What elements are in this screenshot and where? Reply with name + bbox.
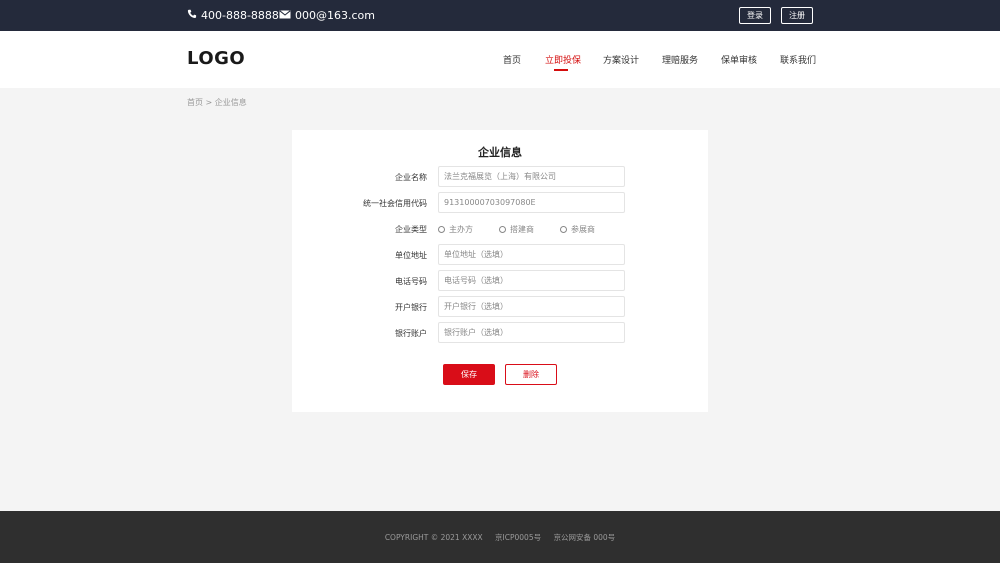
breadcrumb-separator: > <box>205 98 213 107</box>
company-name-label: 企业名称 <box>395 173 427 182</box>
address-label: 单位地址 <box>395 251 427 260</box>
radio-circle-icon <box>560 225 567 233</box>
company-type-label: 企业类型 <box>395 225 427 234</box>
bank-label: 开户银行 <box>395 303 427 312</box>
site-logo[interactable]: LOGO <box>187 48 245 69</box>
account-label: 银行账户 <box>395 329 427 338</box>
radio-circle-icon <box>499 225 506 233</box>
email-address: 000@163.com <box>295 9 375 22</box>
nav-item-claims[interactable]: 理赔服务 <box>662 53 698 66</box>
credit-code-label: 统一社会信用代码 <box>363 199 427 208</box>
icp-link[interactable]: 京ICP0005号 <box>495 533 541 542</box>
radio-organizer[interactable]: 主办方 <box>438 224 473 235</box>
mail-icon <box>279 9 295 22</box>
footer-text: COPYRIGHT © 2021 XXXX 京ICP0005号 京公网安备 00… <box>0 532 1000 543</box>
copyright-text: COPYRIGHT © 2021 XXXX <box>384 533 483 542</box>
police-record-link[interactable]: 京公网安备 000号 <box>553 533 615 542</box>
phone-icon <box>187 9 201 22</box>
delete-button[interactable]: 删除 <box>505 364 557 385</box>
radio-builder-label: 搭建商 <box>510 224 534 234</box>
phone-label: 电话号码 <box>395 277 427 286</box>
email-contact: 000@163.com <box>279 0 375 31</box>
breadcrumb-current: 企业信息 <box>214 98 247 107</box>
company-info-card: 企业信息 企业名称 法兰克福展览（上海）有限公司 统一社会信用代码 913100… <box>292 130 708 412</box>
credit-code-field[interactable]: 91310000703097080E <box>438 192 625 213</box>
nav-active-indicator <box>554 69 568 71</box>
breadcrumb: 首页 > 企业信息 <box>187 97 247 108</box>
company-type-radio-group: 主办方 搭建商 参展商 <box>438 222 621 236</box>
phone-field[interactable]: 电话号码（选填） <box>438 270 625 291</box>
radio-exhibitor[interactable]: 参展商 <box>560 224 595 235</box>
footer: COPYRIGHT © 2021 XXXX 京ICP0005号 京公网安备 00… <box>0 511 1000 563</box>
save-button[interactable]: 保存 <box>443 364 495 385</box>
address-field[interactable]: 单位地址（选填） <box>438 244 625 265</box>
radio-exhibitor-label: 参展商 <box>571 224 595 234</box>
radio-circle-icon <box>438 225 445 233</box>
account-field[interactable]: 银行账户（选填） <box>438 322 625 343</box>
phone-contact: 400-888-8888 <box>187 0 279 31</box>
top-bar: 400-888-8888 000@163.com 登录 注册 <box>0 0 1000 31</box>
bank-field[interactable]: 开户银行（选填） <box>438 296 625 317</box>
nav-item-plan-design[interactable]: 方案设计 <box>603 53 639 66</box>
page-title: 企业信息 <box>478 146 522 159</box>
breadcrumb-home[interactable]: 首页 <box>187 98 203 107</box>
login-button[interactable]: 登录 <box>739 7 771 24</box>
phone-number: 400-888-8888 <box>201 9 279 22</box>
company-name-field[interactable]: 法兰克福展览（上海）有限公司 <box>438 166 625 187</box>
radio-organizer-label: 主办方 <box>449 224 473 234</box>
register-button[interactable]: 注册 <box>781 7 813 24</box>
nav-item-policy-review[interactable]: 保单审核 <box>721 53 757 66</box>
nav-item-insure-now[interactable]: 立即投保 <box>545 53 581 66</box>
main-header: LOGO 首页 立即投保 方案设计 理赔服务 保单审核 联系我们 <box>0 31 1000 88</box>
nav-item-home[interactable]: 首页 <box>503 53 521 66</box>
nav-item-contact[interactable]: 联系我们 <box>780 53 816 66</box>
radio-builder[interactable]: 搭建商 <box>499 224 534 235</box>
